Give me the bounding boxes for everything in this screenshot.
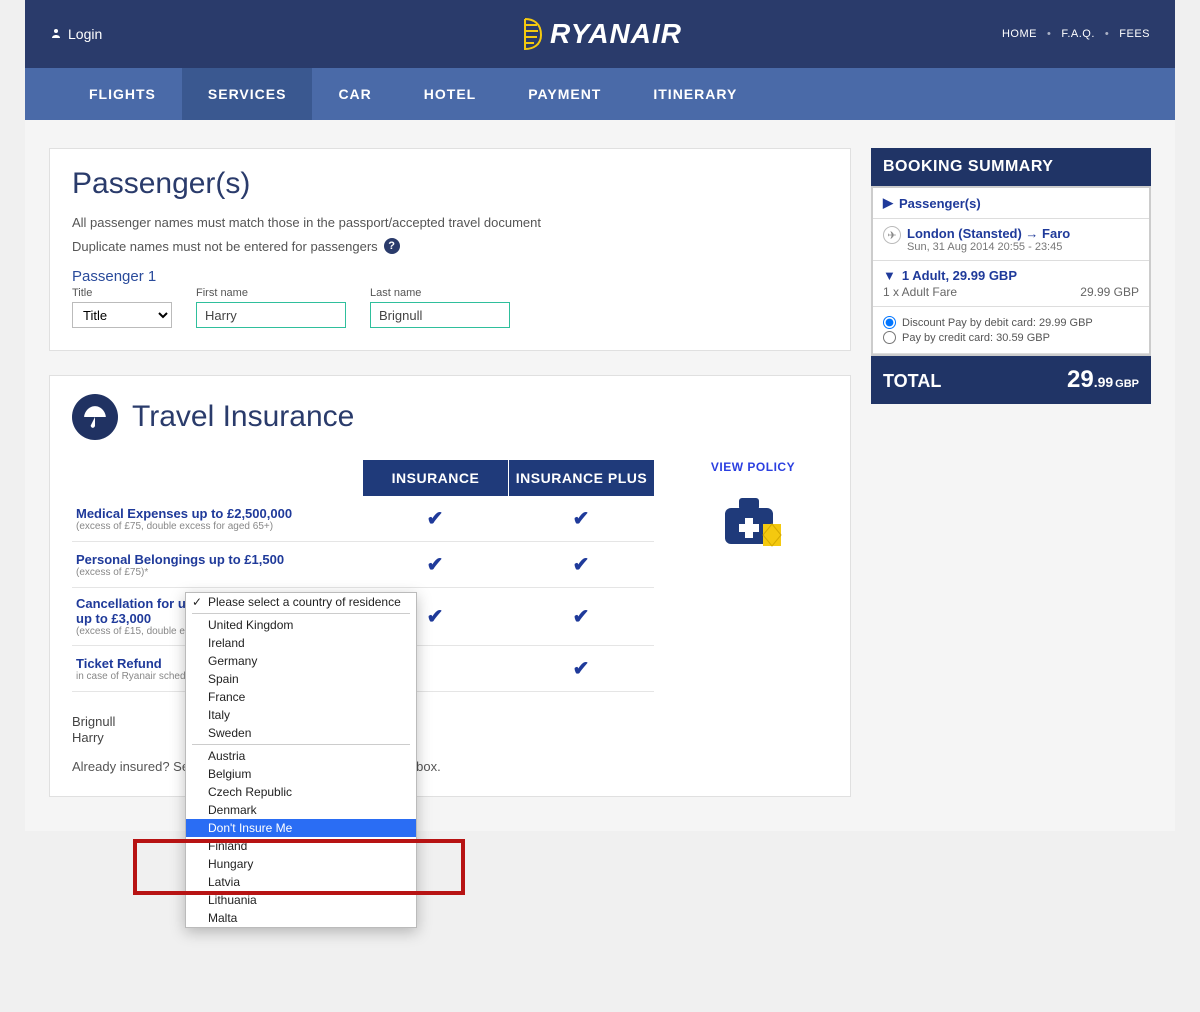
total-label: TOTAL bbox=[883, 371, 941, 392]
dropdown-option[interactable]: United Kingdom bbox=[186, 616, 416, 634]
separator-dot: • bbox=[1105, 28, 1109, 40]
view-policy-link[interactable]: VIEW POLICY bbox=[678, 460, 828, 474]
faq-link[interactable]: F.A.Q. bbox=[1061, 28, 1095, 40]
summary-heading: BOOKING SUMMARY bbox=[871, 148, 1151, 186]
check-icon bbox=[427, 508, 444, 530]
top-bar: Login RYANAIR HOME • F.A.Q. • FEES bbox=[25, 0, 1175, 68]
nav-payment[interactable]: PAYMENT bbox=[502, 68, 627, 120]
login-label: Login bbox=[68, 26, 102, 42]
dropdown-option[interactable]: Hungary bbox=[186, 855, 416, 873]
dropdown-option[interactable]: Germany bbox=[186, 652, 416, 670]
pay-credit-radio[interactable] bbox=[883, 331, 896, 344]
pay-debit-option[interactable]: Discount Pay by debit card: 29.99 GBP bbox=[883, 316, 1139, 329]
title-select[interactable]: Title bbox=[72, 302, 172, 328]
dropdown-option[interactable]: Ireland bbox=[186, 634, 416, 652]
triangle-down-icon: ▼ bbox=[883, 268, 896, 283]
top-right-links: HOME • F.A.Q. • FEES bbox=[1002, 28, 1150, 40]
umbrella-icon bbox=[72, 394, 118, 440]
dropdown-option[interactable]: Lithuania bbox=[186, 891, 416, 909]
dropdown-option[interactable]: Belgium bbox=[186, 765, 416, 783]
dropdown-option[interactable]: Sweden bbox=[186, 724, 416, 742]
ins-row2-main: Personal Belongings up to £1,500 bbox=[76, 552, 354, 567]
dropdown-option[interactable]: Czech Republic bbox=[186, 783, 416, 801]
brand-logo[interactable]: RYANAIR bbox=[518, 16, 682, 52]
country-dropdown[interactable]: Please select a country of residence Uni… bbox=[185, 592, 417, 928]
harp-icon bbox=[518, 16, 546, 52]
nav-services[interactable]: SERVICES bbox=[182, 68, 313, 120]
booking-summary: BOOKING SUMMARY ▶ Passenger(s) ✈ London … bbox=[871, 148, 1151, 404]
login-link[interactable]: Login bbox=[50, 26, 102, 42]
home-link[interactable]: HOME bbox=[1002, 28, 1037, 40]
firstname-field-label: First name bbox=[196, 287, 346, 299]
total-dec: .99 bbox=[1094, 374, 1113, 390]
firstname-input[interactable] bbox=[196, 302, 346, 328]
pay-credit-option[interactable]: Pay by credit card: 30.59 GBP bbox=[883, 331, 1139, 344]
main-nav: FLIGHTS SERVICES CAR HOTEL PAYMENT ITINE… bbox=[25, 68, 1175, 120]
insurance-col-1: INSURANCE bbox=[362, 460, 508, 496]
dropdown-option[interactable]: Spain bbox=[186, 670, 416, 688]
dropdown-option-dont-insure[interactable]: Don't Insure Me bbox=[186, 819, 416, 837]
check-icon bbox=[427, 554, 444, 576]
dropdown-option[interactable]: Austria bbox=[186, 747, 416, 765]
dropdown-option[interactable]: France bbox=[186, 688, 416, 706]
ins-row1-main: Medical Expenses up to £2,500,000 bbox=[76, 506, 354, 521]
total-currency: GBP bbox=[1115, 378, 1139, 390]
brand-text: RYANAIR bbox=[550, 18, 682, 50]
summary-route: London (Stansted) → Faro bbox=[907, 226, 1070, 241]
dropdown-option[interactable]: Latvia bbox=[186, 873, 416, 891]
user-icon bbox=[50, 26, 62, 42]
medical-bag-icon bbox=[678, 490, 828, 555]
dropdown-header[interactable]: Please select a country of residence bbox=[186, 593, 416, 611]
lastname-field-label: Last name bbox=[370, 287, 510, 299]
summary-passengers-toggle[interactable]: ▶ Passenger(s) bbox=[883, 195, 1139, 211]
plane-icon: ✈ bbox=[883, 226, 901, 244]
dropdown-option[interactable]: Italy bbox=[186, 706, 416, 724]
check-icon bbox=[573, 658, 590, 680]
title-field-label: Title bbox=[72, 287, 172, 299]
check-icon bbox=[573, 606, 590, 628]
check-icon bbox=[427, 606, 444, 628]
ins-row1-sub: (excess of £75, double excess for aged 6… bbox=[76, 521, 354, 532]
triangle-right-icon: ▶ bbox=[883, 195, 893, 211]
ins-row2-sub: (excess of £75)* bbox=[76, 567, 354, 578]
fees-link[interactable]: FEES bbox=[1119, 28, 1150, 40]
insurance-col-2: INSURANCE PLUS bbox=[508, 460, 654, 496]
check-icon bbox=[573, 508, 590, 530]
summary-total: TOTAL 29.99GBP bbox=[871, 356, 1151, 404]
nav-flights[interactable]: FLIGHTS bbox=[63, 68, 182, 120]
help-icon[interactable]: ? bbox=[384, 238, 400, 254]
dropdown-option[interactable]: Malta bbox=[186, 909, 416, 927]
passengers-note-1: All passenger names must match those in … bbox=[72, 215, 828, 230]
passengers-card: Passenger(s) All passenger names must ma… bbox=[49, 148, 851, 351]
insurance-card: Travel Insurance INSURANCE INSURANCE PLU… bbox=[49, 375, 851, 797]
summary-route-sub: Sun, 31 Aug 2014 20:55 - 23:45 bbox=[907, 241, 1070, 253]
passengers-note-2-row: Duplicate names must not be entered for … bbox=[72, 238, 828, 254]
fare-amount: 29.99 GBP bbox=[1080, 285, 1139, 299]
pay-debit-radio[interactable] bbox=[883, 316, 896, 329]
check-icon bbox=[573, 554, 590, 576]
total-int: 29 bbox=[1067, 366, 1094, 393]
dropdown-option[interactable]: Denmark bbox=[186, 801, 416, 819]
fare-label: 1 x Adult Fare bbox=[883, 285, 957, 299]
nav-car[interactable]: CAR bbox=[312, 68, 397, 120]
nav-hotel[interactable]: HOTEL bbox=[398, 68, 502, 120]
summary-adult-toggle[interactable]: ▼ 1 Adult, 29.99 GBP bbox=[883, 268, 1139, 283]
separator-dot: • bbox=[1047, 28, 1051, 40]
nav-itinerary[interactable]: ITINERARY bbox=[627, 68, 763, 120]
dropdown-option[interactable]: Finland bbox=[186, 837, 416, 855]
insurance-heading: Travel Insurance bbox=[132, 400, 354, 434]
lastname-input[interactable] bbox=[370, 302, 510, 328]
passenger-1-label: Passenger 1 bbox=[72, 268, 828, 285]
passengers-note-2: Duplicate names must not be entered for … bbox=[72, 239, 378, 254]
passengers-heading: Passenger(s) bbox=[72, 167, 828, 201]
